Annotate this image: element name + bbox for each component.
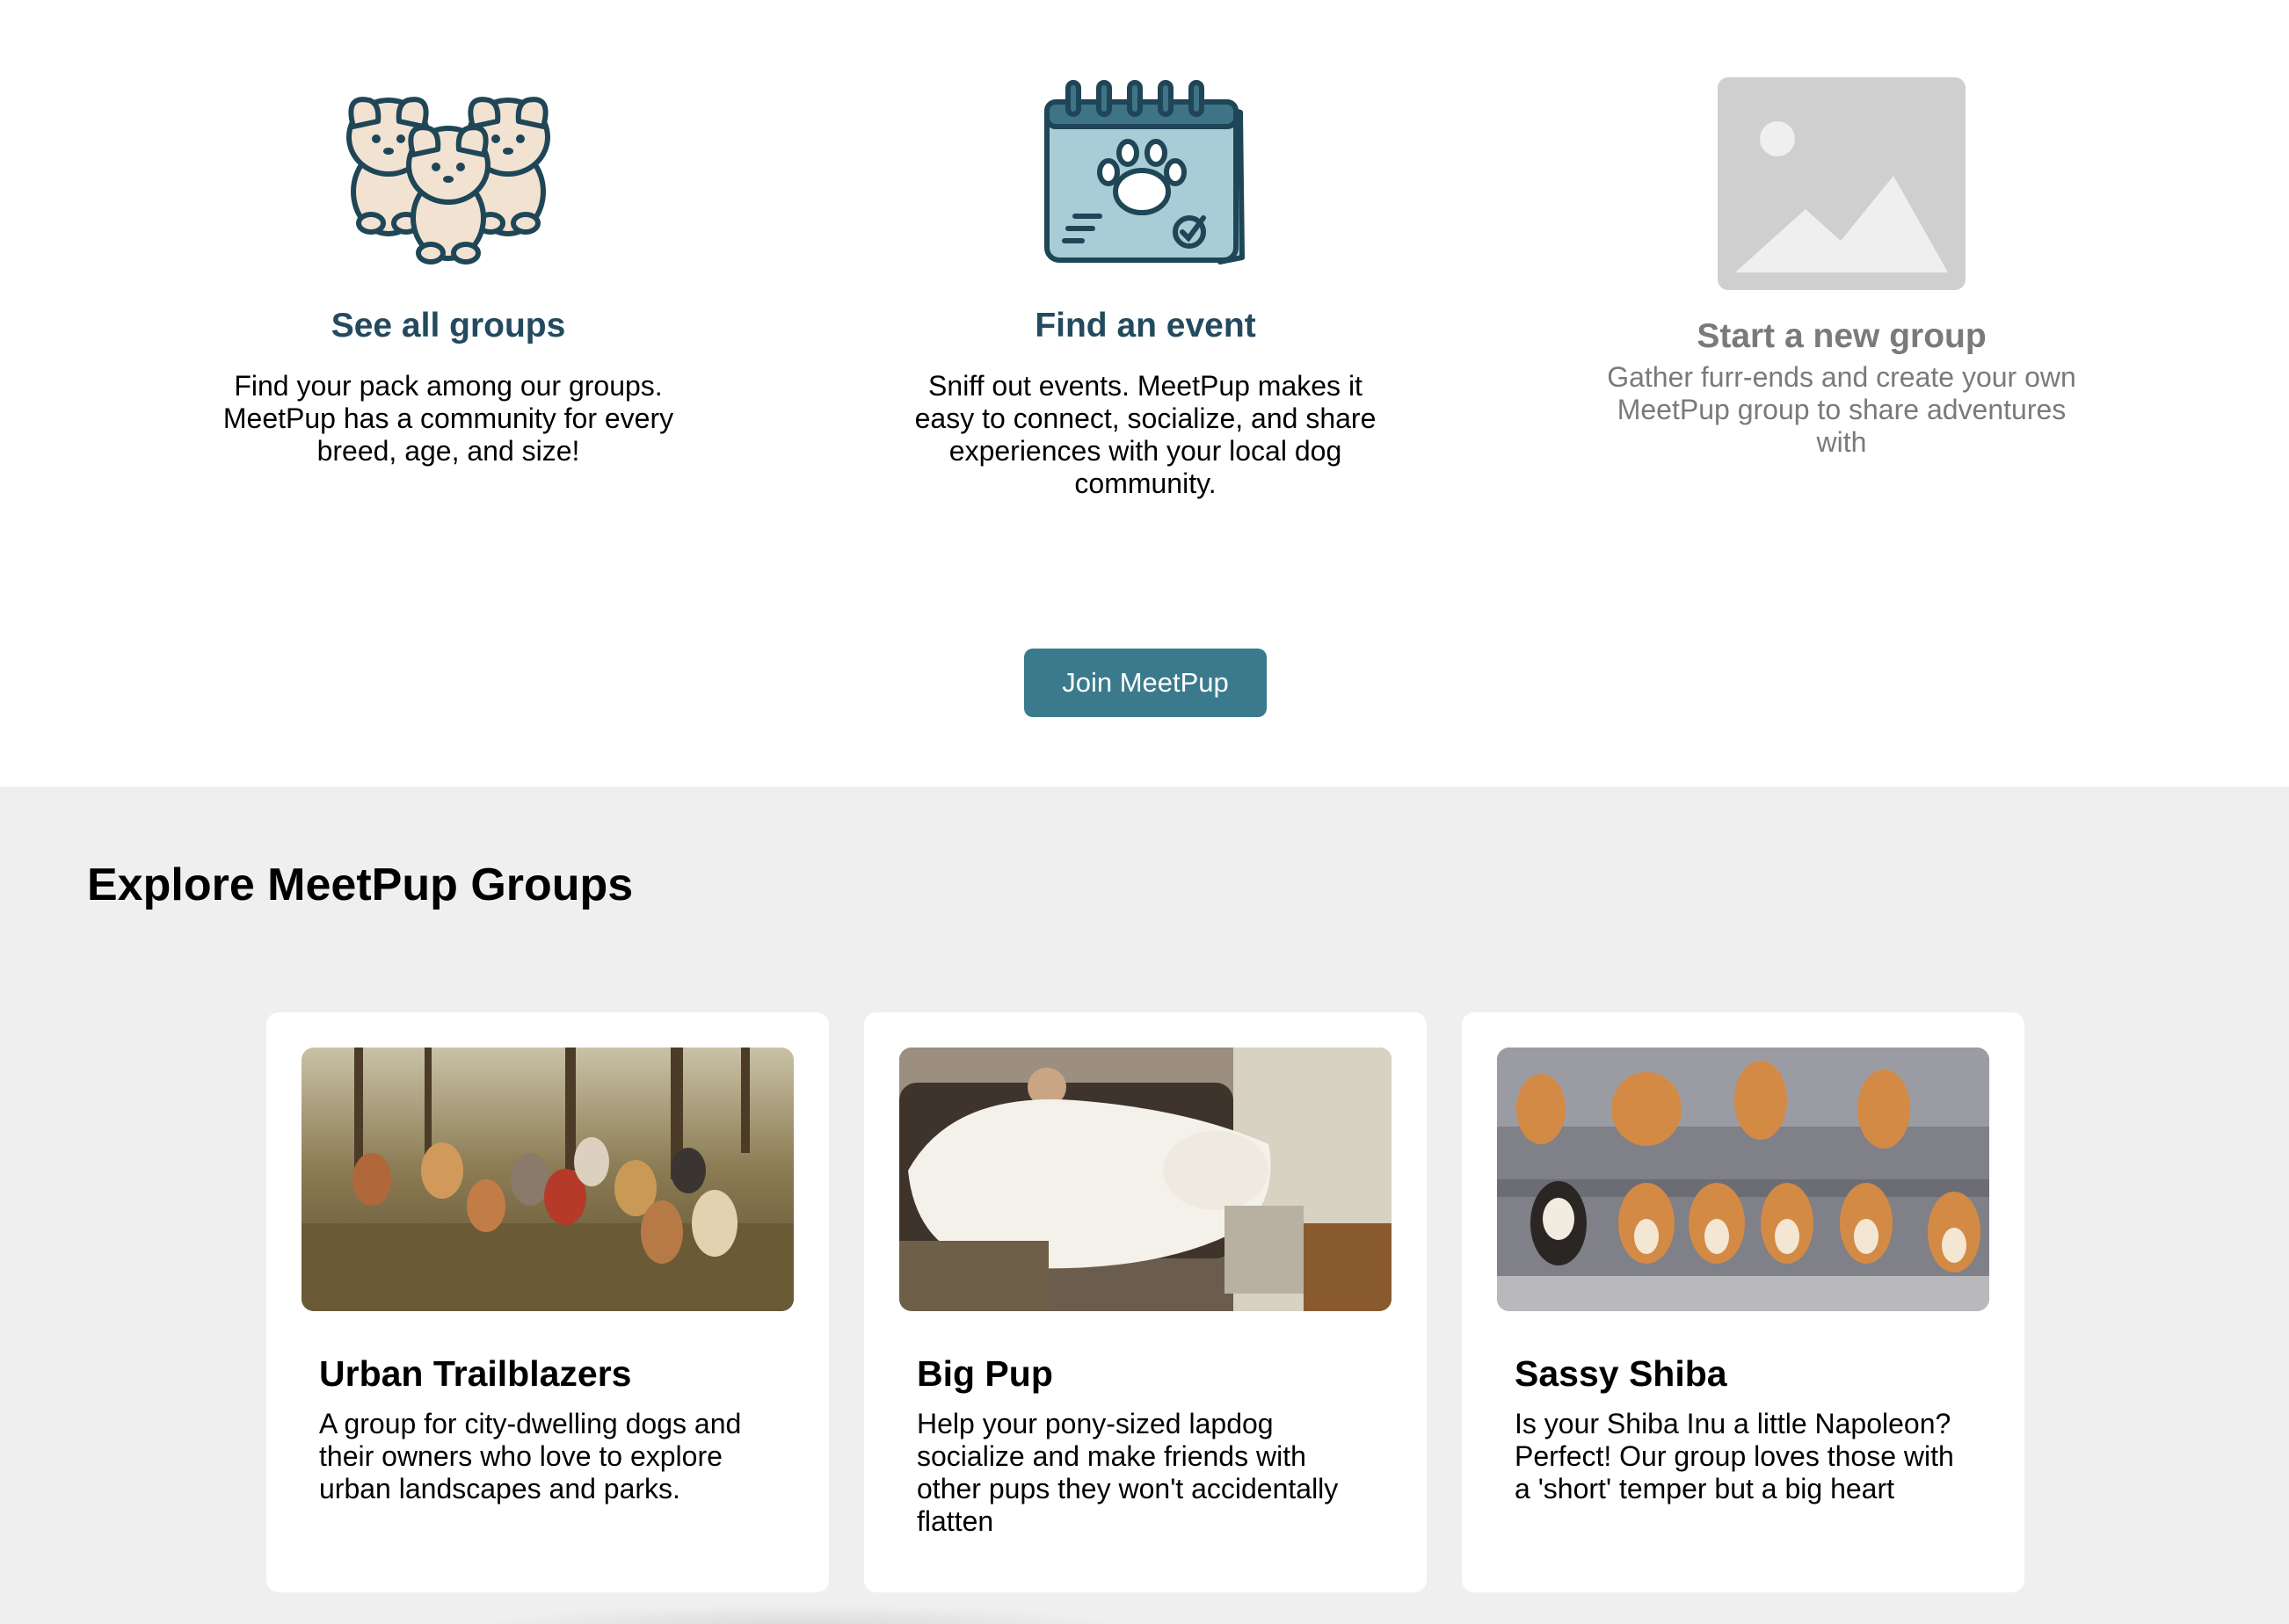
feature-title[interactable]: Start a new group xyxy=(1560,317,2123,356)
group-card-urban-trailblazers[interactable]: Urban Trailblazers A group for city-dwel… xyxy=(266,1012,829,1592)
features-section: See all groups Find your pack among our … xyxy=(0,0,2289,787)
feature-find-event[interactable]: Find an event Sniff out events. MeetPup … xyxy=(864,77,1427,499)
group-card-big-pup[interactable]: Big Pup Help your pony-sized lapdog soci… xyxy=(864,1012,1427,1592)
feature-title[interactable]: Find an event xyxy=(864,307,1427,345)
paw-calendar-icon xyxy=(864,77,1427,267)
dogs-group-icon xyxy=(167,77,730,267)
explore-groups-section: Explore MeetPup Groups Urban Trailblazer… xyxy=(0,787,2289,1624)
decorative-shadow xyxy=(457,1604,1143,1624)
join-meetpup-button[interactable]: Join MeetPup xyxy=(1024,649,1267,717)
group-name[interactable]: Big Pup xyxy=(917,1353,1053,1395)
feature-description: Sniff out events. MeetPup makes it easy … xyxy=(914,370,1377,499)
group-description: A group for city-dwelling dogs and their… xyxy=(319,1408,742,1504)
explore-title: Explore MeetPup Groups xyxy=(87,859,634,910)
feature-see-all-groups[interactable]: See all groups Find your pack among our … xyxy=(167,77,730,467)
group-photo[interactable] xyxy=(1497,1048,1989,1311)
group-description: Is your Shiba Inu a little Napoleon? Per… xyxy=(1515,1408,1954,1504)
group-card-sassy-shiba[interactable]: Sassy Shiba Is your Shiba Inu a little N… xyxy=(1462,1012,2024,1592)
image-placeholder-icon xyxy=(1560,77,2123,290)
group-name[interactable]: Urban Trailblazers xyxy=(319,1353,631,1395)
group-photo[interactable] xyxy=(899,1048,1392,1311)
feature-description: Gather furr-ends and create your own Mee… xyxy=(1607,361,2076,458)
group-photo[interactable] xyxy=(302,1048,794,1311)
group-name[interactable]: Sassy Shiba xyxy=(1515,1353,1727,1395)
feature-title[interactable]: See all groups xyxy=(167,307,730,345)
group-description: Help your pony-sized lapdog socialize an… xyxy=(917,1408,1339,1537)
feature-description: Find your pack among our groups. MeetPup… xyxy=(222,370,674,467)
feature-start-group[interactable]: Start a new group Gather furr-ends and c… xyxy=(1560,77,2123,458)
